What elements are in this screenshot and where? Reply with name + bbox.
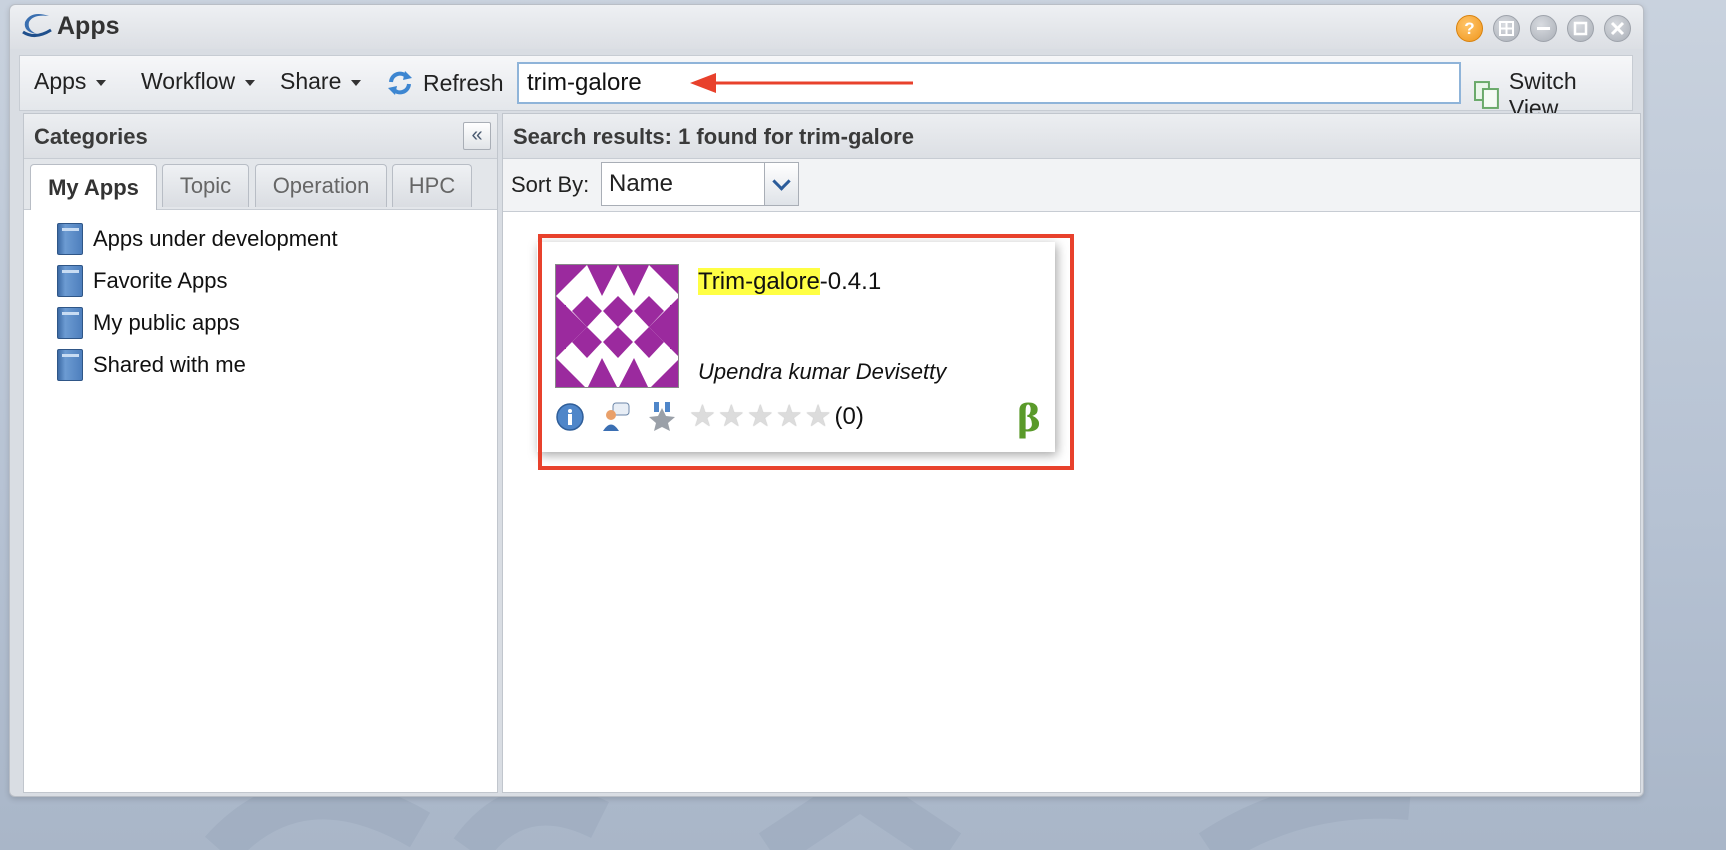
categories-panel: Categories « My Apps Topic Operation HPC… [23,113,498,793]
layout-icon[interactable] [1493,15,1520,42]
search-input[interactable] [517,62,1461,104]
refresh-icon [388,71,412,95]
category-apps-under-development[interactable]: Apps under development [24,218,497,260]
chevron-down-icon [96,79,107,86]
sort-dropdown-button[interactable] [764,163,798,205]
apps-menu-label: Apps [34,68,87,94]
tab-topic[interactable]: Topic [162,164,249,207]
results-header: Search results: 1 found for trim-galore [503,114,1640,159]
sort-by-select[interactable]: Name [601,162,799,206]
categories-header: Categories « [24,114,497,159]
category-label: Favorite Apps [93,268,228,293]
category-shared-with-me[interactable]: Shared with me [24,344,497,386]
workflow-menu-button[interactable]: Workflow [141,68,256,95]
app-logo-icon [22,14,52,37]
tab-my-apps[interactable]: My Apps [30,164,157,210]
refresh-label: Refresh [423,69,504,96]
category-tree: Apps under development Favorite Apps My … [24,210,497,386]
tab-operation[interactable]: Operation [255,164,387,207]
categories-title: Categories [34,124,148,149]
sort-by-value: Name [609,170,674,197]
tab-my-apps-label: My Apps [48,174,139,200]
window-titlebar[interactable]: Apps ? [10,5,1643,49]
category-label: Apps under development [93,226,338,251]
apps-menu-button[interactable]: Apps [34,68,107,95]
tab-hpc-label: HPC [408,173,456,198]
workflow-menu-label: Workflow [141,68,236,94]
tab-topic-label: Topic [179,173,232,198]
sort-bar: Sort By: Name [503,159,1640,212]
chevron-down-icon [245,79,256,86]
categories-tabs: My Apps Topic Operation HPC [24,159,497,210]
tab-hpc[interactable]: HPC [392,164,472,207]
annotation-highlight-box [538,234,1074,470]
search-results-panel: Search results: 1 found for trim-galore … [502,113,1641,793]
tab-operation-label: Operation [272,173,370,198]
book-icon [57,265,83,297]
category-favorite-apps[interactable]: Favorite Apps [24,260,497,302]
collapse-panel-icon[interactable]: « [463,122,491,150]
apps-toolbar: Apps Workflow Share Refresh trim-galore … [19,55,1633,121]
book-icon [57,307,83,339]
results-title: Search results: 1 found for trim-galore [513,124,914,149]
share-menu-label: Share [280,68,342,94]
refresh-button[interactable]: Refresh [385,68,504,98]
switch-view-icon [1473,81,1499,109]
sort-by-label: Sort By: [511,172,590,197]
book-icon [57,349,83,381]
help-icon[interactable]: ? [1456,15,1483,42]
close-icon[interactable] [1604,15,1631,42]
apps-window: Apps ? Apps Workflow Share Refresh trim-… [9,4,1644,797]
annotation-arrow [690,73,913,93]
minimize-icon[interactable] [1530,15,1557,42]
share-menu-button[interactable]: Share [280,68,362,95]
maximize-icon[interactable] [1567,15,1594,42]
category-label: My public apps [93,310,240,335]
category-my-public-apps[interactable]: My public apps [24,302,497,344]
window-title: Apps [57,12,120,40]
chevron-down-icon [772,171,791,191]
book-icon [57,223,83,255]
category-label: Shared with me [93,352,246,377]
chevron-down-icon [351,79,362,86]
